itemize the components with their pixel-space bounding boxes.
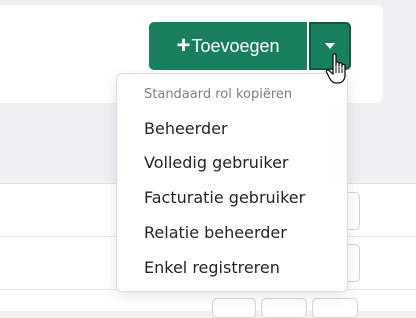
row-action-button[interactable] <box>212 298 256 318</box>
hand-cursor-icon <box>325 53 346 84</box>
dropdown-item-volledig-gebruiker[interactable]: Volledig gebruiker <box>144 153 289 172</box>
row-action-button[interactable] <box>312 298 358 318</box>
plus-icon: + <box>176 32 191 59</box>
add-button[interactable]: + Toevoegen <box>149 22 307 70</box>
add-button-group: + Toevoegen <box>149 22 351 70</box>
row-action-button[interactable] <box>261 298 307 318</box>
dropdown-item-beheerder[interactable]: Beheerder <box>144 119 228 138</box>
add-button-label: Toevoegen <box>191 35 280 56</box>
dropdown-header: Standaard rol kopiëren <box>144 87 293 102</box>
dropdown-item-facturatie-gebruiker[interactable]: Facturatie gebruiker <box>144 188 305 207</box>
dropdown-item-enkel-registreren[interactable]: Enkel registreren <box>144 258 280 277</box>
copy-role-dropdown: Standaard rol kopiëren Beheerder Volledi… <box>116 73 348 292</box>
caret-down-icon <box>325 43 335 49</box>
dropdown-item-relatie-beheerder[interactable]: Relatie beheerder <box>144 223 287 242</box>
